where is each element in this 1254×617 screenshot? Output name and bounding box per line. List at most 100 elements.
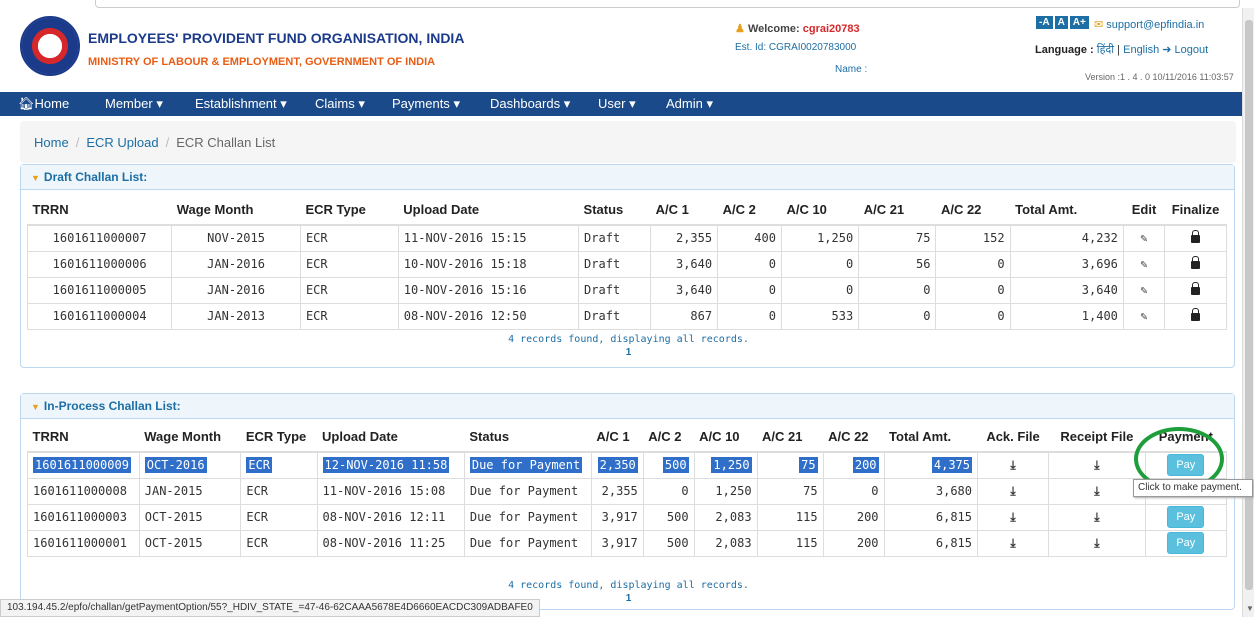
scroll-down-icon[interactable]: ▼ xyxy=(1246,604,1254,613)
table-cell: 500 xyxy=(642,529,695,557)
org-title: EMPLOYEES' PROVIDENT FUND ORGANISATION, … xyxy=(88,30,465,46)
font-increase-button[interactable]: A+ xyxy=(1069,16,1089,29)
nav-claims-label[interactable]: Claims xyxy=(315,96,355,111)
table-cell: 1601611000005 xyxy=(26,276,173,304)
download-icon[interactable]: ⤓ xyxy=(1094,458,1099,472)
download-icon[interactable]: ⤓ xyxy=(1010,484,1015,498)
lock-icon[interactable] xyxy=(1191,282,1201,295)
lock-icon[interactable] xyxy=(1191,256,1201,269)
nav-claims[interactable]: Claims ▾ xyxy=(315,92,365,112)
main-navbar: 🏠︎Home Member ▾ Establishment ▾ Claims ▾… xyxy=(0,92,1242,116)
cell-text: ECR xyxy=(246,484,269,498)
cell-text: Due for Payment xyxy=(469,510,579,524)
nav-establishment[interactable]: Establishment ▾ xyxy=(195,92,287,112)
table-cell: 2,355 xyxy=(590,477,644,505)
edit-icon[interactable]: ✎ xyxy=(1140,257,1147,271)
cell-text: 115 xyxy=(795,510,818,524)
welcome-text: ♟ Welcome: cgrai20783 xyxy=(735,22,860,35)
lock-icon[interactable] xyxy=(1191,308,1201,321)
page-scrollbar[interactable]: ▼ xyxy=(1242,8,1254,617)
table-cell: OCT-2015 xyxy=(138,503,242,531)
nav-admin-label[interactable]: Admin xyxy=(666,96,703,111)
nav-home-label[interactable]: Home xyxy=(35,96,70,111)
logout-label[interactable]: Logout xyxy=(1175,44,1209,56)
nav-home[interactable]: 🏠︎Home xyxy=(18,92,69,112)
nav-establishment-label[interactable]: Establishment xyxy=(195,96,277,111)
nav-payments-label[interactable]: Payments xyxy=(392,96,450,111)
breadcrumb-home[interactable]: Home xyxy=(34,135,69,150)
cell-text: 6,815 xyxy=(935,510,972,524)
download-icon[interactable]: ⤓ xyxy=(1094,510,1099,524)
cell-text: 2,083 xyxy=(715,536,752,550)
establishment-id: Est. Id: CGRAI0020783000 xyxy=(735,42,857,53)
edit-icon[interactable]: ✎ xyxy=(1140,309,1147,323)
pay-tooltip: Click to make payment. xyxy=(1133,479,1253,497)
inprocess-panel-title: In-Process Challan List: xyxy=(43,399,181,413)
caret-down-icon: ▾ xyxy=(629,96,636,111)
nav-payments[interactable]: Payments ▾ xyxy=(392,92,460,112)
font-decrease-button[interactable]: -A xyxy=(1036,16,1053,29)
edit-icon[interactable]: ✎ xyxy=(1140,231,1147,245)
table-header-row: TRRN Wage Month ECR Type Upload Date Status A… xyxy=(27,195,1227,226)
table-cell: 08-NOV-2016 12:50 xyxy=(397,302,580,330)
nav-dashboards-label[interactable]: Dashboards xyxy=(490,96,560,111)
edit-icon[interactable]: ✎ xyxy=(1140,283,1147,297)
table-cell: 0 xyxy=(780,250,860,278)
pay-button[interactable]: Pay xyxy=(1167,506,1205,528)
support-link[interactable]: ✉ support@epfindia.in xyxy=(1094,18,1204,31)
finalize-cell xyxy=(1164,224,1227,252)
table-cell: 3,680 xyxy=(883,477,979,505)
support-email[interactable]: support@epfindia.in xyxy=(1106,19,1204,31)
breadcrumb-separator: / xyxy=(165,135,170,150)
download-icon[interactable]: ⤓ xyxy=(1094,536,1099,550)
table-cell: 3,917 xyxy=(590,529,644,557)
nav-user[interactable]: User ▾ xyxy=(598,92,636,112)
cell-text: 1,250 xyxy=(715,484,752,498)
nav-user-label[interactable]: User xyxy=(598,96,625,111)
nav-admin[interactable]: Admin ▾ xyxy=(666,92,713,112)
receipt-file-cell: ⤓ xyxy=(1048,529,1146,557)
nav-member[interactable]: Member ▾ xyxy=(105,92,163,112)
table-cell: Draft xyxy=(578,250,652,278)
download-icon[interactable]: ⤓ xyxy=(1010,510,1015,524)
cell-text: OCT-2016 xyxy=(144,457,207,474)
table-cell: 500 xyxy=(642,503,695,531)
cell-text: 2,350 xyxy=(597,457,638,474)
column-header: Upload Date xyxy=(317,422,465,453)
column-header: Total Amt. xyxy=(1010,195,1124,226)
download-icon[interactable]: ⤓ xyxy=(1094,484,1099,498)
download-icon[interactable]: ⤓ xyxy=(1010,458,1015,472)
breadcrumb-ecr-upload[interactable]: ECR Upload xyxy=(86,135,158,150)
lang-english-link[interactable]: English xyxy=(1123,44,1159,56)
table-cell: ECR xyxy=(240,451,318,479)
lang-hindi-link[interactable]: हिंदी xyxy=(1097,44,1114,56)
ack-file-cell: ⤓ xyxy=(976,477,1050,505)
table-cell: ECR xyxy=(299,276,399,304)
pay-button[interactable]: Pay xyxy=(1167,532,1205,554)
nav-member-label[interactable]: Member xyxy=(105,96,153,111)
column-header: Upload Date xyxy=(398,195,579,226)
table-cell: 2,350 xyxy=(590,451,644,479)
column-header: ECR Type xyxy=(300,195,399,226)
collapse-triangle-icon[interactable]: ▼ xyxy=(31,402,40,412)
language-label: Language : xyxy=(1035,44,1094,56)
inprocess-panel-header[interactable]: ▼ In-Process Challan List: xyxy=(21,394,1234,419)
download-icon[interactable]: ⤓ xyxy=(1010,536,1015,550)
nav-dashboards[interactable]: Dashboards ▾ xyxy=(490,92,570,112)
cell-text: 200 xyxy=(852,457,879,474)
draft-panel-header[interactable]: ▼ Draft Challan List: xyxy=(21,165,1234,190)
column-header: ECR Type xyxy=(240,422,318,453)
cell-text: 500 xyxy=(662,457,689,474)
browser-top-strip xyxy=(0,0,1254,10)
draft-page-number[interactable]: 1 xyxy=(21,347,1236,358)
collapse-triangle-icon[interactable]: ▼ xyxy=(31,173,40,183)
draft-challan-table: TRRN Wage Month ECR Type Upload Date Status A… xyxy=(26,195,1227,330)
scrollbar-thumb[interactable] xyxy=(1245,20,1253,590)
inprocess-challan-table: TRRN Wage Month ECR Type Upload Date Status A… xyxy=(27,422,1228,557)
cell-text: ECR xyxy=(246,536,269,550)
column-header: A/C 2 xyxy=(717,195,782,226)
logout-link[interactable]: ➜ Logout xyxy=(1162,44,1208,56)
font-normal-button[interactable]: A xyxy=(1054,16,1068,29)
lock-icon[interactable] xyxy=(1191,230,1201,244)
table-cell: 0 xyxy=(717,250,782,278)
